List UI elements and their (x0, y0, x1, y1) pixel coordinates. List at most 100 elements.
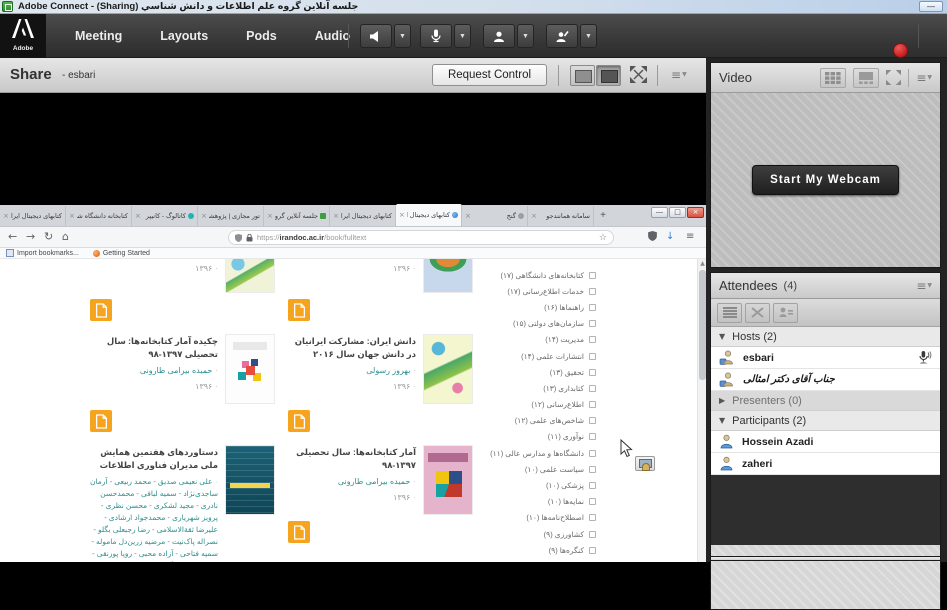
menu-meeting[interactable]: Meeting (56, 14, 141, 58)
active-microphone-icon[interactable] (917, 350, 932, 365)
category-label[interactable]: کشاورزی (555, 530, 584, 539)
category-label[interactable]: راهنماها (559, 303, 584, 312)
browser-tab[interactable]: × گنج (462, 206, 528, 226)
menu-layouts[interactable]: Layouts (141, 14, 227, 58)
attendees-pod-menu-button[interactable]: ≡▼ (916, 280, 932, 292)
category-checkbox[interactable] (589, 547, 596, 554)
reload-icon[interactable]: ↻ (44, 230, 53, 243)
tab-close-icon[interactable]: × (69, 212, 75, 220)
browser-tab[interactable]: × سامانه همانندجو (528, 206, 594, 226)
speaker-button[interactable] (360, 24, 392, 48)
category-label[interactable]: خدمات اطلاع‌رسانی (522, 287, 584, 296)
category-label[interactable]: نمایه‌ها (563, 497, 584, 506)
category-checkbox[interactable] (589, 433, 596, 440)
category-label[interactable]: اصطلاح‌نامه‌ها (541, 513, 584, 522)
category-label[interactable]: انتشارات علمی (536, 352, 584, 361)
browser-tab[interactable]: × جلسه آنلاین گروه علم (264, 206, 330, 226)
category-checkbox[interactable] (589, 320, 596, 327)
category-checkbox[interactable] (589, 369, 596, 376)
category-checkbox[interactable] (589, 401, 596, 408)
category-label[interactable]: اطلاع‌رسانی (546, 400, 584, 409)
adobe-logo[interactable]: Adobe (0, 14, 46, 58)
download-icon[interactable]: ↓ (666, 231, 674, 242)
category-label[interactable]: کنگره‌ها (560, 546, 584, 555)
scrollbar-up-arrow[interactable]: ▲ (698, 259, 706, 269)
url-field[interactable]: https://irandoc.ac.ir/book/fulltext ☆ (228, 230, 614, 245)
book-cover[interactable] (226, 335, 274, 403)
book-cover[interactable] (226, 446, 274, 514)
attendee-list-view-button[interactable] (717, 303, 742, 323)
category-label[interactable]: نوآوری (563, 432, 584, 441)
category-checkbox[interactable] (589, 353, 596, 360)
video-grid-view-button[interactable] (820, 68, 846, 88)
category-label[interactable]: پزشکی (561, 481, 584, 490)
bookmark-star-icon[interactable]: ☆ (599, 233, 607, 243)
category-checkbox[interactable] (589, 466, 596, 473)
pdf-download-badge[interactable] (288, 299, 310, 321)
menu-pods[interactable]: Pods (227, 14, 296, 58)
pdf-download-badge[interactable] (90, 410, 112, 432)
page-scrollbar[interactable]: ▲ (697, 259, 706, 562)
attendee-row-participant[interactable]: Hossein Azadi (711, 431, 940, 453)
browser-tab[interactable]: × تور مجازی | پژوهشکده (198, 206, 264, 226)
category-label[interactable]: سیاست علمی (540, 465, 584, 474)
bookmark-import[interactable]: Import bookmarks... (6, 249, 79, 257)
video-filmstrip-view-button[interactable] (853, 68, 879, 88)
back-icon[interactable]: ← (8, 230, 17, 243)
pdf-download-badge[interactable] (90, 299, 112, 321)
category-checkbox[interactable] (589, 450, 596, 457)
video-fullscreen-icon[interactable] (886, 70, 901, 85)
menu-audio[interactable]: Audio (296, 14, 369, 58)
category-label[interactable]: شاخص‌های علمی (530, 416, 584, 425)
book-author-link[interactable]: حمیده بیرامی طارونی (140, 366, 212, 375)
category-checkbox[interactable] (589, 288, 596, 295)
category-checkbox[interactable] (589, 498, 596, 505)
bookmark-getting-started[interactable]: Getting Started (93, 250, 150, 257)
microphone-dropdown[interactable]: ▼ (454, 24, 471, 48)
status-dropdown[interactable]: ▼ (580, 24, 597, 48)
tab-close-icon[interactable]: × (531, 212, 537, 220)
attendee-row-participant[interactable]: zaheri (711, 453, 940, 475)
browser-tab[interactable]: × کتابهای دیجیتال ایران (0, 206, 66, 226)
book-title[interactable]: چکیده آمار کتابخانه‌ها: سال تحصیلی ۱۳۹۷-… (90, 335, 218, 361)
book-author-link[interactable]: علی نعیمی صدیق - محمد ربیعی - آرمان ساجد… (90, 477, 218, 562)
start-webcam-button[interactable]: Start My Webcam (752, 165, 899, 195)
new-tab-button[interactable]: + (594, 206, 612, 226)
tab-close-icon[interactable]: × (201, 212, 207, 220)
hosts-section-header[interactable]: ▼ Hosts (2) (711, 327, 940, 347)
pdf-download-badge[interactable] (288, 410, 310, 432)
share-view-toggle-full[interactable] (596, 65, 621, 86)
category-checkbox[interactable] (589, 272, 596, 279)
pdf-download-badge[interactable] (288, 521, 310, 543)
window-minimize-button[interactable]: — (919, 1, 943, 12)
webcam-button[interactable] (483, 24, 515, 48)
forward-icon[interactable]: → (26, 230, 35, 243)
tab-close-icon[interactable]: × (3, 212, 9, 220)
book-cover[interactable] (226, 259, 274, 292)
category-label[interactable]: تحقیق (565, 368, 584, 377)
share-fullscreen-button[interactable] (630, 66, 647, 83)
browser-tab[interactable]: × کاتالوگ - کانیپر (132, 206, 198, 226)
browser-minimize-button[interactable]: — (651, 207, 668, 218)
tab-close-icon[interactable]: × (333, 212, 339, 220)
request-control-button[interactable]: Request Control (432, 64, 547, 86)
participants-section-header[interactable]: ▼ Participants (2) (711, 411, 940, 431)
breakout-view-button[interactable] (745, 303, 770, 323)
category-label[interactable]: دانشگاه‌ها و مدارس عالی (505, 449, 584, 458)
browser-tab[interactable]: × کتابخانه دانشگاه شهید بهشتی (66, 206, 132, 226)
category-label[interactable]: مدیریت (560, 335, 584, 344)
category-label[interactable]: کتابخانه‌های دانشگاهی (516, 271, 584, 280)
category-checkbox[interactable] (589, 336, 596, 343)
attendee-row-host2[interactable]: جناب آقای دکتر امثالی (711, 369, 940, 391)
microphone-button[interactable] (420, 24, 452, 48)
tab-close-icon[interactable]: × (399, 211, 405, 219)
browser-tab[interactable]: × کتابهای دیجیتال ایران (396, 204, 462, 226)
tab-close-icon[interactable]: × (465, 212, 471, 220)
category-checkbox[interactable] (589, 385, 596, 392)
browser-maximize-button[interactable]: □ (669, 207, 686, 218)
tab-close-icon[interactable]: × (135, 212, 141, 220)
tab-close-icon[interactable]: × (267, 212, 273, 220)
browser-tab[interactable]: × کتابهای دیجیتال ایرانیان (330, 206, 396, 226)
category-checkbox[interactable] (589, 514, 596, 521)
browser-close-button[interactable]: × (687, 207, 704, 218)
